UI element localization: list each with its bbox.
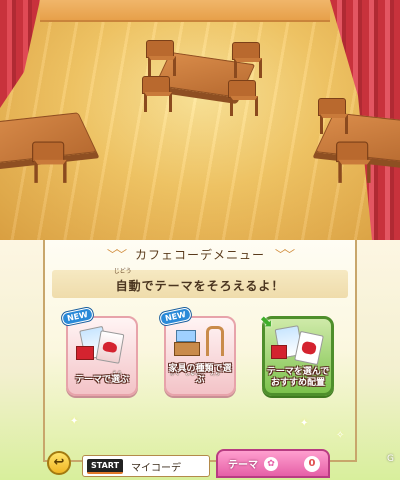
menu-screen: ﹀﹀ カフェコーデメニュー ﹀﹀ じどう 自動でテーマをそろえるよ！ NEW え…	[0, 240, 400, 480]
back-button[interactable]: ↩	[42, 449, 76, 477]
choose-by-furniture-type-button[interactable]: NEW かぐ しゅるい えら 家具の種類で選ぶ	[158, 306, 236, 396]
subtitle-ruby: じどう	[113, 267, 132, 275]
option-label: テーマで選ぶ	[74, 375, 129, 385]
chair	[228, 80, 258, 116]
option-label: テーマを選んで おすすめ配置	[265, 367, 331, 389]
theme-tab[interactable]: テーマ ✿ 0	[216, 449, 330, 478]
chevron-down-icon: ﹀﹀	[106, 248, 127, 261]
chair	[318, 98, 348, 134]
menu-title-bar: ﹀﹀ カフェコーデメニュー ﹀﹀	[60, 244, 340, 264]
chair	[142, 76, 172, 112]
back-arrow-icon: ↩	[47, 451, 71, 475]
chair	[336, 141, 371, 183]
choose-by-theme-button[interactable]: NEW えら テーマで選ぶ	[60, 306, 138, 396]
my-coordinate-label: マイコーデ	[131, 462, 182, 474]
chair	[146, 40, 176, 76]
arrow-down-icon: ⬊	[259, 311, 273, 330]
subtitle-bar: じどう 自動でテーマをそろえるよ！	[52, 268, 348, 298]
chair	[232, 42, 262, 78]
option-label-line1: テーマを選んで	[266, 367, 330, 377]
subtitle-text: 自動でテーマをそろえるよ！	[115, 278, 285, 293]
start-key-icon: START	[87, 458, 124, 474]
option-label: 家具の種類で選ぶ	[168, 364, 232, 385]
cafe-room-view	[0, 0, 400, 240]
flower-icon: ✿	[264, 456, 278, 471]
footer-bar: ↩ START マイコーデ テーマ ✿ 0	[0, 447, 400, 480]
chair	[32, 141, 67, 183]
chevron-down-icon: ﹀﹀	[275, 248, 295, 261]
sparkle-icon: ✧	[336, 430, 345, 441]
menu-title: カフェコーデメニュー	[134, 247, 265, 262]
sparkle-icon: ✦	[300, 418, 309, 429]
my-coordinate-button[interactable]: START マイコーデ	[82, 455, 210, 477]
sparkle-icon: ✦	[70, 416, 79, 427]
theme-count: 0	[304, 455, 320, 472]
option-label-line2: おすすめ配置	[270, 378, 325, 388]
site-watermark: G	[387, 454, 394, 464]
stage-back-wall	[40, 0, 330, 22]
theme-label: テーマ	[228, 460, 258, 471]
recommended-arrangement-button[interactable]: ⬊ はいち テーマを選んで おすすめ配置	[259, 311, 334, 396]
